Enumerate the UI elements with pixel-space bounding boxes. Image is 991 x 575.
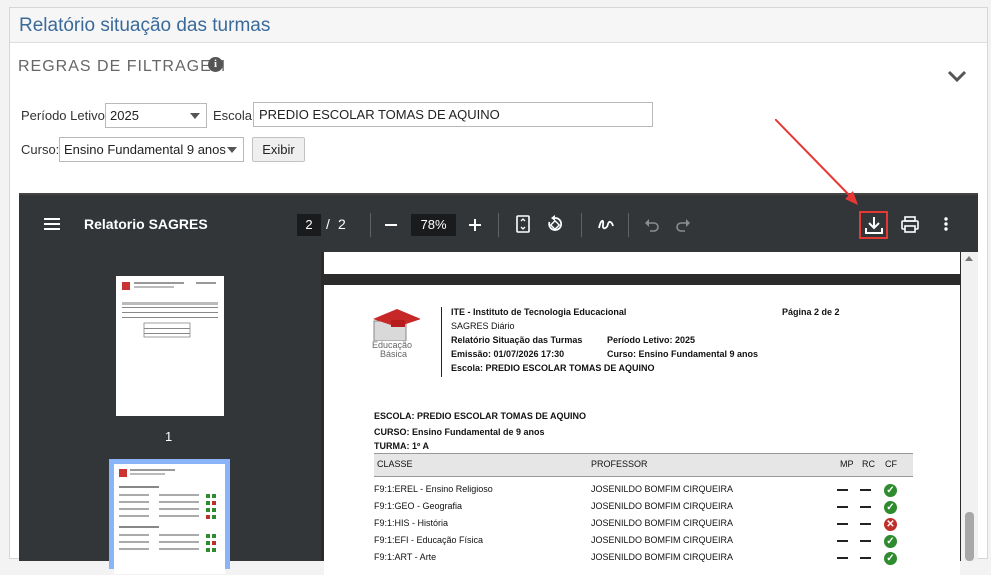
page-1-bottom — [324, 252, 960, 274]
report-escola: Escola: PREDIO ESCOLAR TOMAS DE AQUINO — [451, 363, 655, 373]
total-pages: 2 — [338, 216, 346, 232]
cross-icon: ✕ — [884, 518, 897, 531]
scroll-thumb[interactable] — [965, 512, 974, 561]
toolbar-divider — [581, 213, 582, 237]
curso-label: Curso: — [21, 142, 60, 157]
check-icon: ✓ — [884, 535, 897, 548]
periodo-value: 2025 — [110, 108, 139, 123]
toolbar-divider — [498, 213, 499, 237]
pdf-viewer: Relatorio SAGRES 2 / 2 78% 1 Educação Bá… — [19, 193, 978, 575]
zoom-out-icon[interactable] — [384, 219, 398, 231]
report-curso: Curso: Ensino Fundamental 9 anos — [607, 349, 759, 359]
undo-icon[interactable] — [644, 218, 660, 232]
escola-field[interactable]: PREDIO ESCOLAR TOMAS DE AQUINO — [253, 102, 653, 127]
thumbnail-1-label: 1 — [165, 429, 173, 444]
thumbnail-sidebar: 1 — [19, 252, 321, 574]
row-professor: JOSENILDO BOMFIM CIRQUEIRA — [591, 484, 734, 494]
institute-name: ITE - Instituto de Tecnologia Educaciona… — [451, 307, 627, 317]
escola-value: PREDIO ESCOLAR TOMAS DE AQUINO — [259, 107, 500, 122]
panel-header: Relatório situação das turmas — [10, 8, 987, 43]
row-professor: JOSENILDO BOMFIM CIRQUEIRA — [591, 518, 734, 528]
filter-section-title: REGRAS DE FILTRAGEM — [18, 58, 227, 75]
periodo-select[interactable]: 2025 — [105, 103, 207, 128]
logo-text: Básica — [380, 349, 408, 359]
download-icon[interactable] — [865, 216, 883, 234]
escola-label: Escola: — [213, 108, 256, 123]
info-icon[interactable]: i — [208, 57, 223, 72]
row-classe: F9:1:ART - Arte — [374, 552, 437, 562]
zoom-in-icon[interactable] — [468, 218, 482, 232]
row-professor: JOSENILDO BOMFIM CIRQUEIRA — [591, 501, 734, 511]
system-name: SAGRES Diário — [451, 321, 515, 331]
check-icon: ✓ — [884, 484, 897, 497]
thumbnail-preview — [114, 464, 225, 574]
header-divider — [441, 307, 442, 377]
rotate-icon[interactable] — [546, 215, 564, 233]
rc-dash — [860, 523, 871, 525]
scroll-up-arrow-icon[interactable] — [965, 256, 973, 261]
row-classe: F9:1:EFI - Educação Física — [374, 535, 484, 545]
col-header-cf: CF — [885, 459, 897, 469]
report-emissao: Emissão: 01/07/2026 17:30 — [451, 349, 565, 359]
annotation-arrow-icon — [775, 119, 858, 205]
rc-dash — [860, 506, 871, 508]
page-thumbnail-1[interactable] — [116, 276, 224, 416]
document-title: Relatorio SAGRES — [84, 216, 208, 232]
more-options-icon[interactable] — [943, 216, 949, 232]
row-professor: JOSENILDO BOMFIM CIRQUEIRA — [591, 552, 734, 562]
report-name: Relatório Situação das Turmas — [451, 335, 583, 345]
col-header-professor: PROFESSOR — [591, 459, 648, 469]
mp-dash — [837, 523, 848, 525]
fit-page-icon[interactable] — [516, 215, 530, 233]
exibir-button[interactable]: Exibir — [252, 137, 305, 162]
row-professor: JOSENILDO BOMFIM CIRQUEIRA — [591, 535, 734, 545]
section-escola: ESCOLA: PREDIO ESCOLAR TOMAS DE AQUINO — [374, 411, 587, 421]
chevron-down-icon[interactable] — [947, 68, 967, 84]
document-area: Educação Básica ITE - Instituto de Tecno… — [321, 252, 978, 575]
report-periodo: Período Letivo: 2025 — [607, 335, 696, 345]
check-icon: ✓ — [884, 501, 897, 514]
print-icon[interactable] — [901, 216, 919, 233]
zoom-input[interactable]: 78% — [411, 214, 456, 236]
row-classe: F9:1:EREL - Ensino Religioso — [374, 484, 493, 494]
menu-icon[interactable] — [44, 217, 60, 231]
curso-select[interactable]: Ensino Fundamental 9 anos — [59, 137, 244, 162]
thumbnail-preview — [122, 282, 218, 338]
row-classe: F9:1:HIS - História — [374, 518, 449, 528]
mp-dash — [837, 506, 848, 508]
page-thumbnail-2[interactable] — [109, 459, 230, 574]
col-header-classe: CLASSE — [377, 459, 413, 469]
mp-dash — [837, 540, 848, 542]
page-separator: / — [326, 216, 330, 232]
col-header-mp: MP — [840, 459, 854, 469]
dropdown-arrow-icon — [227, 147, 237, 153]
school-logo-icon — [373, 309, 420, 341]
redo-icon[interactable] — [675, 218, 691, 232]
mp-dash — [837, 489, 848, 491]
rc-dash — [860, 489, 871, 491]
dropdown-arrow-icon — [190, 113, 200, 119]
toolbar-divider — [370, 213, 371, 237]
scrollbar[interactable] — [961, 252, 978, 561]
rc-dash — [860, 540, 871, 542]
page-label: Página 2 de 2 — [782, 307, 840, 317]
pdf-page-2: Educação Básica ITE - Instituto de Tecno… — [324, 285, 960, 575]
section-curso: CURSO: Ensino Fundamental de 9 anos — [374, 427, 545, 437]
section-turma: TURMA: 1º A — [374, 441, 429, 451]
draw-icon[interactable] — [597, 216, 615, 232]
page-number-input[interactable]: 2 — [297, 214, 321, 236]
col-header-rc: RC — [862, 459, 875, 469]
page-title: Relatório situação das turmas — [19, 15, 271, 36]
toolbar-divider — [628, 213, 629, 237]
curso-value: Ensino Fundamental 9 anos — [64, 142, 226, 157]
row-classe: F9:1:GEO - Geografia — [374, 501, 463, 511]
periodo-label: Período Letivo: — [21, 108, 109, 123]
